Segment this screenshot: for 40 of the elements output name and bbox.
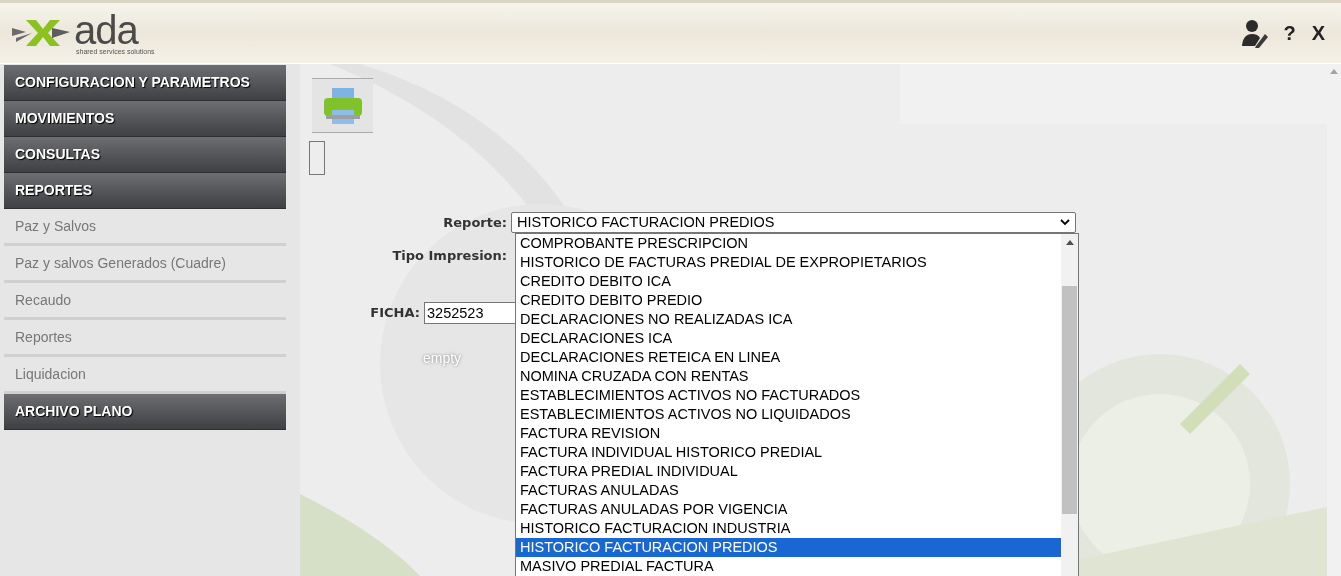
dropdown-option[interactable]: COMPROBANTE PRESCRIPCION — [516, 234, 1061, 253]
dropdown-option[interactable]: HISTORICO FACTURACION INDUSTRIA — [516, 519, 1061, 538]
sidebar-section[interactable]: CONFIGURACION Y PARAMETROS — [4, 65, 286, 101]
dropdown-option[interactable]: DECLARACIONES RETEICA EN LINEA — [516, 348, 1061, 367]
empty-box — [309, 141, 325, 175]
logo-text: ada — [74, 11, 139, 48]
dropdown-option[interactable]: FACTURA INDIVIDUAL HISTORICO PREDIAL — [516, 443, 1061, 462]
sidebar-section[interactable]: CONSULTAS — [4, 137, 286, 173]
sidebar-item[interactable]: Reportes — [4, 320, 286, 357]
dropdown-option[interactable]: HISTORICO DE FACTURAS PREDIAL DE EXPROPIETARIOS — [516, 253, 1061, 272]
scrollbar-thumb[interactable] — [1062, 286, 1077, 514]
report-select[interactable]: HISTORICO FACTURACION PREDIOS — [511, 212, 1076, 233]
dropdown-option[interactable]: HISTORICO FACTURACION PREDIOS — [516, 538, 1061, 557]
field-label: Tipo Impresion: — [391, 247, 508, 266]
dropdown-option[interactable]: ESTABLECIMIENTOS ACTIVOS NO LIQUIDADOS — [516, 405, 1061, 424]
ficha-field[interactable]: 3252523 — [424, 302, 516, 324]
sidebar-section[interactable]: REPORTES — [4, 173, 286, 209]
dropdown-option[interactable]: FACTURA PREDIAL INDIVIDUAL — [516, 462, 1061, 481]
dropdown-option[interactable]: CREDITO DEBITO PREDIO — [516, 291, 1061, 310]
dropdown-option[interactable]: ESTABLECIMIENTOS ACTIVOS NO FACTURADOS — [516, 386, 1061, 405]
dropdown-option[interactable]: CREDITO DEBITO ICA — [516, 272, 1061, 291]
scrollbar[interactable] — [1061, 234, 1078, 576]
sidebar-section[interactable]: ARCHIVO PLANO — [4, 394, 286, 430]
dropdown-option[interactable]: FACTURA REVISION — [516, 424, 1061, 443]
header-button[interactable]: ? — [1281, 18, 1298, 48]
dropdown-option[interactable]: FACTURAS ANULADAS — [516, 481, 1061, 500]
sidebar-item[interactable]: Paz y Salvos — [4, 209, 286, 246]
dropdown-option[interactable]: NOMINA CRUZADA CON RENTAS — [516, 367, 1061, 386]
user-edit-icon[interactable] — [1241, 18, 1270, 48]
header-button[interactable]: X — [1309, 18, 1327, 48]
field-label: Reporte: — [442, 213, 508, 232]
sidebar-item[interactable]: Recaudo — [4, 283, 286, 320]
dropdown-option[interactable]: MASIVO PREDIAL FACTURA — [516, 557, 1061, 576]
dropdown-option[interactable]: DECLARACIONES NO REALIZADAS ICA — [516, 310, 1061, 329]
print-button[interactable] — [312, 78, 373, 133]
sidebar-section[interactable]: MOVIMIENTOS — [4, 101, 286, 137]
sidebar-item[interactable]: Paz y salvos Generados (Cuadre) — [4, 246, 286, 283]
field-label: FICHA: — [369, 304, 421, 323]
dropdown-option[interactable]: DECLARACIONES ICA — [516, 329, 1061, 348]
dropdown-option[interactable]: FACTURAS ANULADAS POR VIGENCIA — [516, 500, 1061, 519]
